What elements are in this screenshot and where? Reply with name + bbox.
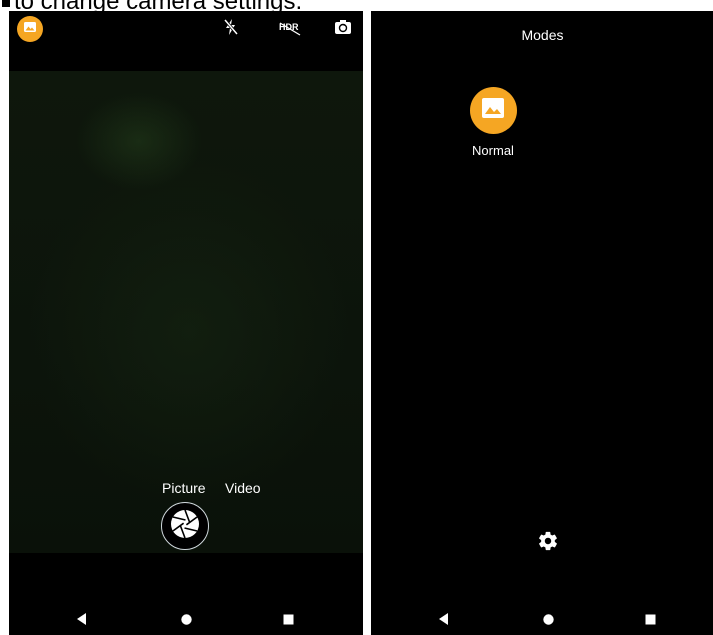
capture-mode-switcher: Picture Video — [9, 480, 363, 500]
hdr-toggle-button[interactable]: HDR — [276, 17, 304, 41]
recents-button[interactable] — [643, 614, 657, 628]
back-icon — [77, 612, 87, 630]
navigation-bar — [371, 609, 713, 635]
modes-title: Modes — [521, 27, 564, 43]
mode-item-normal[interactable]: Normal — [468, 87, 518, 158]
home-icon — [180, 612, 192, 630]
image-icon — [23, 20, 37, 39]
flash-off-icon — [223, 18, 239, 41]
recents-icon — [645, 612, 656, 630]
caption-bullet — [2, 0, 10, 7]
flash-toggle-button[interactable] — [219, 17, 243, 41]
home-icon — [542, 612, 554, 630]
gear-icon — [537, 530, 559, 557]
back-icon — [439, 612, 449, 630]
recents-icon — [283, 612, 294, 630]
hdr-off-icon: HDR — [278, 22, 302, 36]
home-button[interactable] — [179, 614, 193, 628]
modes-screen: Modes Normal — [371, 11, 713, 635]
picture-mode-tab[interactable]: Picture — [162, 480, 206, 496]
shutter-icon — [170, 509, 200, 544]
switch-camera-button[interactable] — [331, 17, 355, 41]
switch-camera-icon — [334, 19, 352, 40]
settings-button[interactable] — [536, 531, 560, 555]
mode-item-label: Normal — [472, 143, 514, 158]
video-mode-tab[interactable]: Video — [225, 480, 261, 496]
home-button[interactable] — [541, 614, 555, 628]
navigation-bar — [9, 609, 363, 635]
image-icon — [481, 97, 505, 124]
mode-item-icon — [469, 87, 517, 134]
back-button[interactable] — [437, 612, 451, 630]
camera-screen: HDR Picture Video — [9, 11, 363, 635]
back-button[interactable] — [75, 612, 89, 630]
shutter-button[interactable] — [161, 502, 209, 550]
recents-button[interactable] — [281, 614, 295, 628]
mode-selector-button[interactable] — [17, 16, 43, 42]
